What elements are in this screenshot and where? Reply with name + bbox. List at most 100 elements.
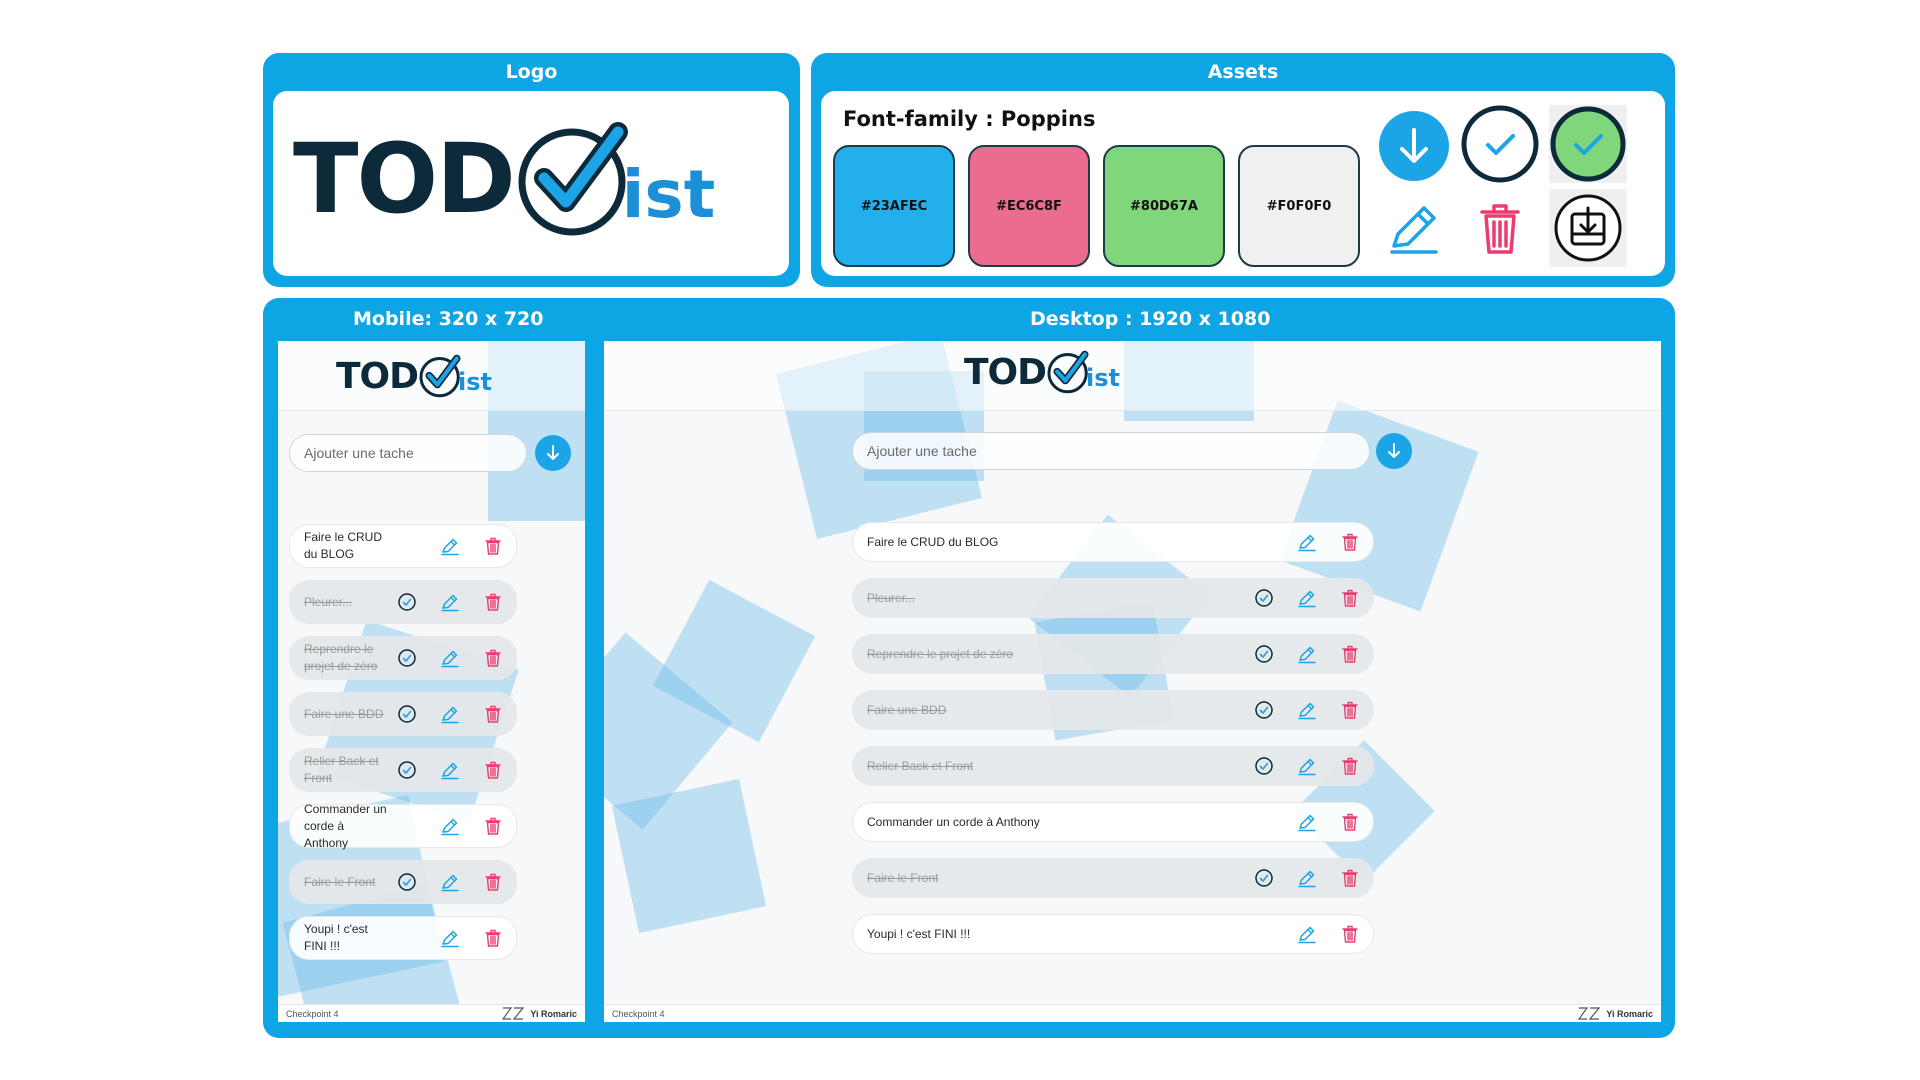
trash-icon[interactable] [1339,531,1361,553]
task-label: Youpi ! c'est FINI !!! [304,922,368,953]
check-circle-green-icon [1549,105,1627,183]
check-circle-icon[interactable] [1253,587,1275,609]
logo-check-icon [1046,350,1090,394]
mobile-header: TOD ist [278,341,585,411]
arrow-down-icon [547,445,559,460]
logo-text-prefix: TOD [336,355,419,397]
desktop-title: Desktop : 1920 x 1080 [1030,308,1271,330]
trash-icon[interactable] [482,535,504,557]
logo-check-icon [418,354,462,398]
task-label: Faire le Front [867,870,939,885]
mobile-screen: TOD ist Ajouter une tache Faire le CRUD … [278,341,585,1022]
trash-icon[interactable] [482,927,504,949]
footer-author-name: Yi Romaric [1606,1008,1653,1019]
trash-icon[interactable] [1339,587,1361,609]
trash-icon[interactable] [1339,867,1361,889]
add-task-input[interactable]: Ajouter une tache [852,432,1370,470]
task-label: Faire le Front [304,874,376,889]
pencil-icon[interactable] [439,647,461,669]
pencil-icon[interactable] [439,871,461,893]
add-task-button[interactable] [1376,433,1412,469]
check-circle-icon[interactable] [1253,643,1275,665]
check-circle-icon[interactable] [396,647,418,669]
check-circle-icon[interactable] [396,871,418,893]
assets-panel-content: Font-family : Poppins #23AFEC #EC6C8F #8… [821,91,1665,276]
pencil-icon[interactable] [439,759,461,781]
task-row: Faire une BDD [852,690,1374,730]
swatch-label: #EC6C8F [996,198,1062,214]
logo-panel-title: Logo [505,61,558,83]
trash-icon[interactable] [482,591,504,613]
task-row: Reprendre le projet de zéro [289,636,517,680]
author-logo-icon [1578,1007,1601,1020]
task-label: Faire une BDD [304,706,384,721]
task-label: Faire le CRUD du BLOG [304,530,383,561]
add-task-input[interactable]: Ajouter une tache [289,434,527,472]
check-circle-icon[interactable] [396,703,418,725]
trash-icon[interactable] [1339,643,1361,665]
task-label: Faire une BDD [867,702,947,717]
todolist-logo: TOD ist [293,119,715,239]
task-row: Pleurer... [852,578,1374,618]
add-task-button[interactable] [535,435,571,471]
task-row: Reprendre le projet de zéro [852,634,1374,674]
pencil-icon[interactable] [439,815,461,837]
footer-author-name: Yi Romaric [530,1008,577,1019]
trash-icon[interactable] [482,703,504,725]
task-label: Relier Back et Front [867,758,974,773]
check-circle-icon[interactable] [396,759,418,781]
task-row: Faire le Front [852,858,1374,898]
footer-checkpoint: Checkpoint 4 [612,1008,665,1019]
pencil-icon[interactable] [1296,643,1318,665]
check-circle-icon[interactable] [1253,699,1275,721]
task-label: Commander un corde à Anthony [867,814,1040,829]
check-circle-icon[interactable] [396,591,418,613]
pencil-icon[interactable] [1296,923,1318,945]
color-swatch-green: #80D67A [1103,145,1225,267]
pencil-icon[interactable] [1296,811,1318,833]
desktop-screen: TOD ist Ajouter une tache Faire le CRUD … [604,341,1661,1022]
trash-icon[interactable] [1339,755,1361,777]
task-row: Youpi ! c'est FINI !!! [289,916,517,960]
trash-icon[interactable] [482,815,504,837]
color-swatch-blue: #23AFEC [833,145,955,267]
trash-icon[interactable] [482,759,504,781]
color-swatch-grey: #F0F0F0 [1238,145,1360,267]
color-swatch-pink: #EC6C8F [968,145,1090,267]
mobile-footer: Checkpoint 4 Yi Romaric [278,1004,585,1022]
pencil-icon[interactable] [1296,867,1318,889]
todolist-logo: TOD ist [336,353,492,399]
pencil-icon[interactable] [439,535,461,557]
screens-panel: Mobile: 320 x 720 Desktop : 1920 x 1080 … [263,298,1675,1038]
logo-panel-content: TOD ist [273,91,789,276]
font-family-label: Font-family : Poppins [843,107,1096,131]
trash-icon[interactable] [1339,699,1361,721]
trash-icon[interactable] [482,871,504,893]
task-label: Youpi ! c'est FINI !!! [867,926,971,941]
trash-icon [1461,189,1539,267]
task-row: Faire le Front [289,860,517,904]
pencil-icon[interactable] [439,591,461,613]
pencil-icon[interactable] [1296,699,1318,721]
mobile-title: Mobile: 320 x 720 [353,308,544,330]
trash-icon[interactable] [482,647,504,669]
footer-checkpoint: Checkpoint 4 [286,1008,339,1019]
check-circle-icon[interactable] [1253,755,1275,777]
author-logo-icon [502,1007,525,1020]
logo-text-prefix: TOD [293,123,516,235]
task-label: Commander un corde à Anthony [304,801,387,850]
trash-icon[interactable] [1339,923,1361,945]
desktop-footer: Checkpoint 4 Yi Romaric [604,1004,1661,1022]
footer-author: Yi Romaric [1578,1007,1653,1020]
pencil-icon[interactable] [439,703,461,725]
pencil-icon[interactable] [1296,587,1318,609]
check-circle-icon[interactable] [1253,867,1275,889]
logo-text-suffix: ist [621,155,716,233]
pencil-icon[interactable] [439,927,461,949]
task-row: Faire le CRUD du BLOG [289,524,517,568]
task-label: Pleurer... [304,594,353,609]
footer-author: Yi Romaric [502,1007,577,1020]
pencil-icon[interactable] [1296,755,1318,777]
pencil-icon[interactable] [1296,531,1318,553]
trash-icon[interactable] [1339,811,1361,833]
